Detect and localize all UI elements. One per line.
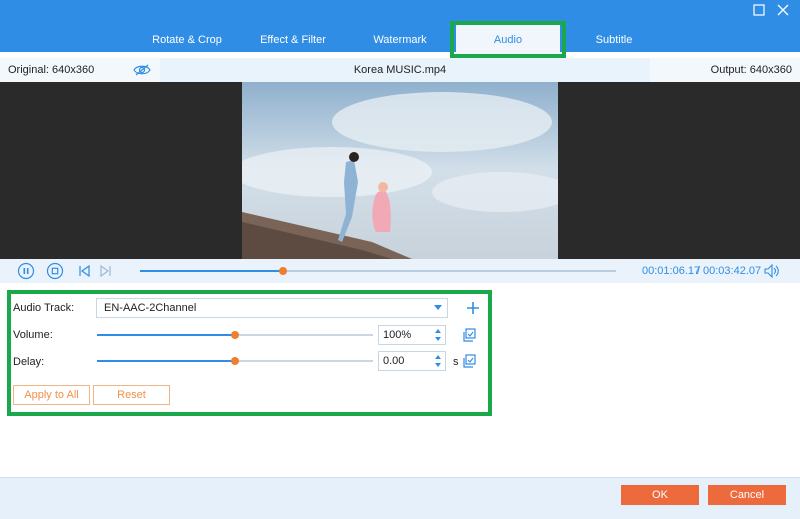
stop-icon[interactable] (46, 262, 64, 280)
video-frame (242, 82, 558, 259)
info-strip: Original: 640x360 Korea MUSIC.mp4 Output… (0, 58, 800, 82)
volume-icon[interactable] (764, 264, 780, 278)
delay-slider-fill (97, 360, 235, 362)
plus-icon[interactable] (464, 299, 482, 317)
pause-icon[interactable] (17, 262, 35, 280)
close-icon[interactable] (775, 2, 791, 18)
apply-to-all-button[interactable]: Apply to All (13, 385, 90, 405)
player-controls: 00:01:06.17 / 00:03:42.07 (0, 259, 800, 283)
delay-slider[interactable] (97, 357, 373, 365)
output-resolution: Output: 640x360 (710, 64, 792, 76)
previous-icon[interactable] (75, 262, 93, 280)
time-separator: / (697, 265, 701, 277)
arrow-down-icon[interactable] (435, 363, 441, 367)
copy-icon[interactable] (462, 354, 476, 368)
next-icon[interactable] (97, 262, 115, 280)
arrow-up-icon[interactable] (435, 355, 441, 359)
eye-slash-icon[interactable] (132, 63, 152, 77)
progress-handle[interactable] (278, 267, 287, 275)
tab-watermark[interactable]: Watermark (360, 24, 440, 56)
volume-slider[interactable] (97, 331, 373, 339)
volume-label: Volume: (13, 329, 53, 341)
audio-track-label: Audio Track: (13, 302, 75, 314)
tab-audio[interactable]: Audio (456, 24, 560, 56)
progress-fill (140, 270, 283, 272)
chevron-down-icon (434, 305, 442, 310)
volume-slider-fill (97, 334, 235, 336)
cancel-button[interactable]: Cancel (708, 485, 786, 505)
file-name: Korea MUSIC.mp4 (353, 64, 447, 76)
delay-value: 0.00 (383, 355, 405, 367)
reset-button[interactable]: Reset (93, 385, 170, 405)
maximize-icon[interactable] (751, 2, 767, 18)
delay-label: Delay: (13, 356, 45, 368)
audio-track-value: EN-AAC-2Channel (104, 302, 197, 314)
arrow-down-icon[interactable] (435, 337, 441, 341)
delay-slider-handle[interactable] (231, 357, 239, 365)
original-resolution: Original: 640x360 (8, 64, 95, 76)
audio-track-select[interactable]: EN-AAC-2Channel (96, 298, 448, 318)
tab-effect-filter[interactable]: Effect & Filter (247, 24, 339, 56)
ok-button[interactable]: OK (621, 485, 699, 505)
current-time: 00:01:06.17 (642, 265, 701, 277)
playback-progress-bar[interactable] (140, 267, 616, 275)
volume-slider-handle[interactable] (231, 331, 239, 339)
tab-rotate-crop[interactable]: Rotate & Crop (142, 24, 232, 56)
volume-value: 100% (383, 329, 412, 341)
tab-subtitle[interactable]: Subtitle (580, 24, 648, 56)
copy-icon[interactable] (462, 328, 476, 342)
total-time: 00:03:42.07 (703, 265, 762, 277)
volume-stepper[interactable]: 100% (378, 325, 446, 345)
delay-unit: s (453, 356, 459, 368)
arrow-up-icon[interactable] (435, 329, 441, 333)
delay-stepper[interactable]: 0.00 (378, 351, 446, 371)
